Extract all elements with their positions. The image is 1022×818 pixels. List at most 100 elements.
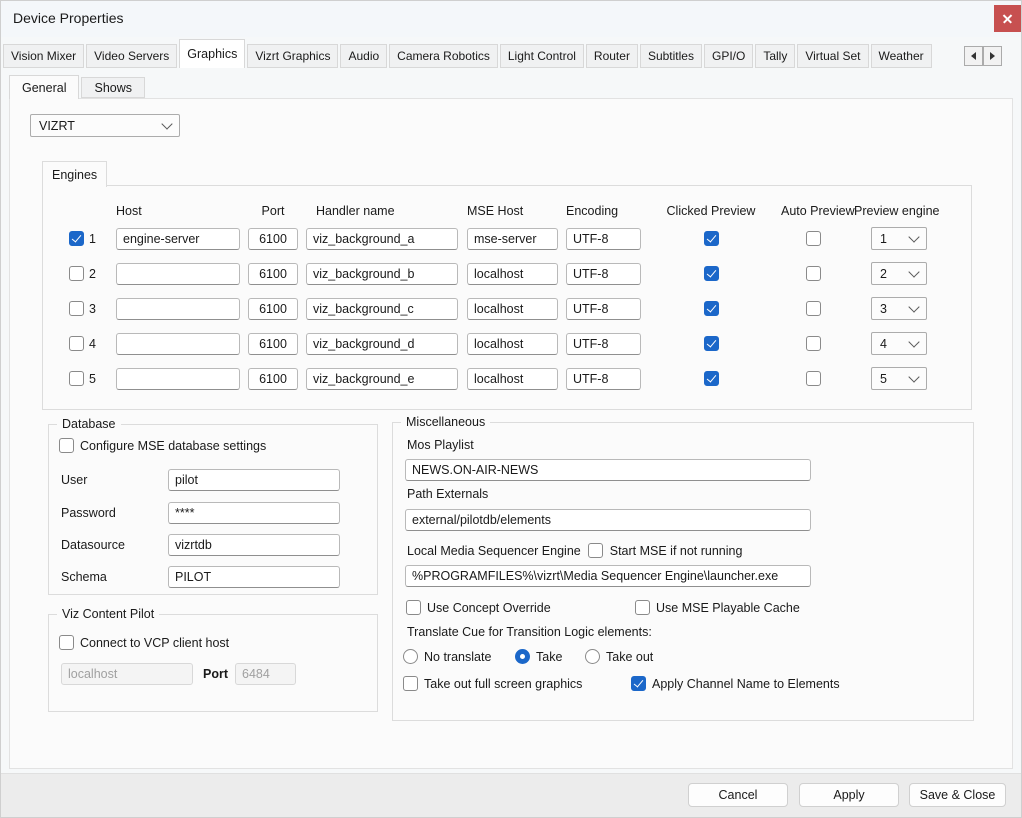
take-out-radio[interactable] <box>585 649 600 664</box>
sub-tab-bar: GeneralShows <box>9 76 147 99</box>
mos-playlist-input[interactable] <box>405 459 811 481</box>
datasource-input[interactable] <box>168 534 340 556</box>
auto-preview-checkbox[interactable] <box>806 231 821 246</box>
column-header-clicked-preview: Clicked Preview <box>641 204 781 218</box>
configure-mse-database-checkbox[interactable] <box>59 438 74 453</box>
local-mse-row: Local Media Sequencer Engine Start MSE i… <box>407 543 742 558</box>
handler-name-input[interactable] <box>306 298 458 320</box>
miscellaneous-legend: Miscellaneous <box>401 415 490 429</box>
preview-engine-select[interactable]: 1 <box>871 227 927 250</box>
handler-name-input[interactable] <box>306 368 458 390</box>
clicked-preview-checkbox[interactable] <box>704 231 719 246</box>
port-input[interactable] <box>248 263 298 285</box>
user-input[interactable] <box>168 469 340 491</box>
row-enable-checkbox[interactable] <box>69 336 84 351</box>
tab-scroll-left-button[interactable] <box>964 46 983 66</box>
row-enable-checkbox[interactable] <box>69 301 84 316</box>
mse-host-input[interactable] <box>467 333 558 355</box>
path-externals-input[interactable] <box>405 509 811 531</box>
mse-launcher-path-input[interactable] <box>405 565 811 587</box>
local-mse-label: Local Media Sequencer Engine <box>407 544 581 558</box>
use-concept-override-checkbox[interactable] <box>406 600 421 615</box>
connect-vcp-checkbox[interactable] <box>59 635 74 650</box>
subtab-shows[interactable]: Shows <box>81 77 145 98</box>
tab-audio[interactable]: Audio <box>340 44 387 68</box>
row-enable-checkbox[interactable] <box>69 266 84 281</box>
tab-scroll-right-button[interactable] <box>983 46 1002 66</box>
no-translate-radio[interactable] <box>403 649 418 664</box>
tab-vizrt-graphics[interactable]: Vizrt Graphics <box>247 44 338 68</box>
engines-section: Host Port Handler name MSE Host Encoding… <box>42 185 972 410</box>
handler-name-input[interactable] <box>306 333 458 355</box>
port-input[interactable] <box>248 228 298 250</box>
save-and-close-button[interactable]: Save & Close <box>909 783 1006 807</box>
tab-light-control[interactable]: Light Control <box>500 44 584 68</box>
preview-engine-select[interactable]: 4 <box>871 332 927 355</box>
apply-button[interactable]: Apply <box>799 783 899 807</box>
clicked-preview-checkbox[interactable] <box>704 301 719 316</box>
tab-vision-mixer[interactable]: Vision Mixer <box>3 44 84 68</box>
preview-engine-select[interactable]: 2 <box>871 262 927 285</box>
start-mse-checkbox[interactable] <box>588 543 603 558</box>
tab-camera-robotics[interactable]: Camera Robotics <box>389 44 498 68</box>
database-schema-row: Schema <box>61 566 340 588</box>
host-input[interactable] <box>116 368 240 390</box>
encoding-input[interactable] <box>566 298 641 320</box>
schema-input[interactable] <box>168 566 340 588</box>
mse-host-input[interactable] <box>467 368 558 390</box>
tab-video-servers[interactable]: Video Servers <box>86 44 177 68</box>
mse-host-input[interactable] <box>467 298 558 320</box>
tab-engines[interactable]: Engines <box>42 161 107 187</box>
handler-name-input[interactable] <box>306 263 458 285</box>
use-mse-playable-cache-checkbox[interactable] <box>635 600 650 615</box>
connect-vcp-row: Connect to VCP client host <box>59 635 229 650</box>
auto-preview-checkbox[interactable] <box>806 266 821 281</box>
preview-engine-select[interactable]: 5 <box>871 367 927 390</box>
auto-preview-checkbox[interactable] <box>806 336 821 351</box>
column-header-port: Port <box>248 204 298 218</box>
host-input[interactable] <box>116 333 240 355</box>
tab-router[interactable]: Router <box>586 44 638 68</box>
clicked-preview-checkbox[interactable] <box>704 336 719 351</box>
encoding-input[interactable] <box>566 368 641 390</box>
device-type-select[interactable]: VIZRT <box>30 114 180 137</box>
miscellaneous-section: Miscellaneous Mos Playlist Path External… <box>392 422 974 721</box>
tab-gpi-o[interactable]: GPI/O <box>704 44 753 68</box>
encoding-input[interactable] <box>566 228 641 250</box>
host-input[interactable] <box>116 263 240 285</box>
mse-host-input[interactable] <box>467 263 558 285</box>
password-input[interactable] <box>168 502 340 524</box>
handler-name-input[interactable] <box>306 228 458 250</box>
tab-virtual-set[interactable]: Virtual Set <box>797 44 868 68</box>
vcp-host-input <box>61 663 193 685</box>
clicked-preview-checkbox[interactable] <box>704 371 719 386</box>
encoding-input[interactable] <box>566 263 641 285</box>
tab-tally[interactable]: Tally <box>755 44 795 68</box>
take-out-full-screen-checkbox[interactable] <box>403 676 418 691</box>
auto-preview-checkbox[interactable] <box>806 301 821 316</box>
clicked-preview-checkbox[interactable] <box>704 266 719 281</box>
encoding-input[interactable] <box>566 333 641 355</box>
chevron-down-icon <box>908 371 919 382</box>
tab-subtitles[interactable]: Subtitles <box>640 44 702 68</box>
close-button[interactable] <box>994 5 1021 32</box>
apply-channel-name-checkbox[interactable] <box>631 676 646 691</box>
mse-host-input[interactable] <box>467 228 558 250</box>
tab-weather[interactable]: Weather <box>871 44 932 68</box>
cancel-button[interactable]: Cancel <box>688 783 788 807</box>
preview-engine-select[interactable]: 3 <box>871 297 927 320</box>
port-input[interactable] <box>248 368 298 390</box>
port-input[interactable] <box>248 333 298 355</box>
column-header-auto-preview: Auto Preview <box>781 204 846 218</box>
row-enable-checkbox[interactable] <box>69 371 84 386</box>
row-number: 1 <box>89 232 103 246</box>
use-mse-playable-cache-label: Use MSE Playable Cache <box>656 601 800 615</box>
port-input[interactable] <box>248 298 298 320</box>
host-input[interactable] <box>116 298 240 320</box>
row-enable-checkbox[interactable] <box>69 231 84 246</box>
auto-preview-checkbox[interactable] <box>806 371 821 386</box>
subtab-general[interactable]: General <box>9 75 79 99</box>
take-radio[interactable] <box>515 649 530 664</box>
host-input[interactable] <box>116 228 240 250</box>
tab-graphics[interactable]: Graphics <box>179 39 245 68</box>
